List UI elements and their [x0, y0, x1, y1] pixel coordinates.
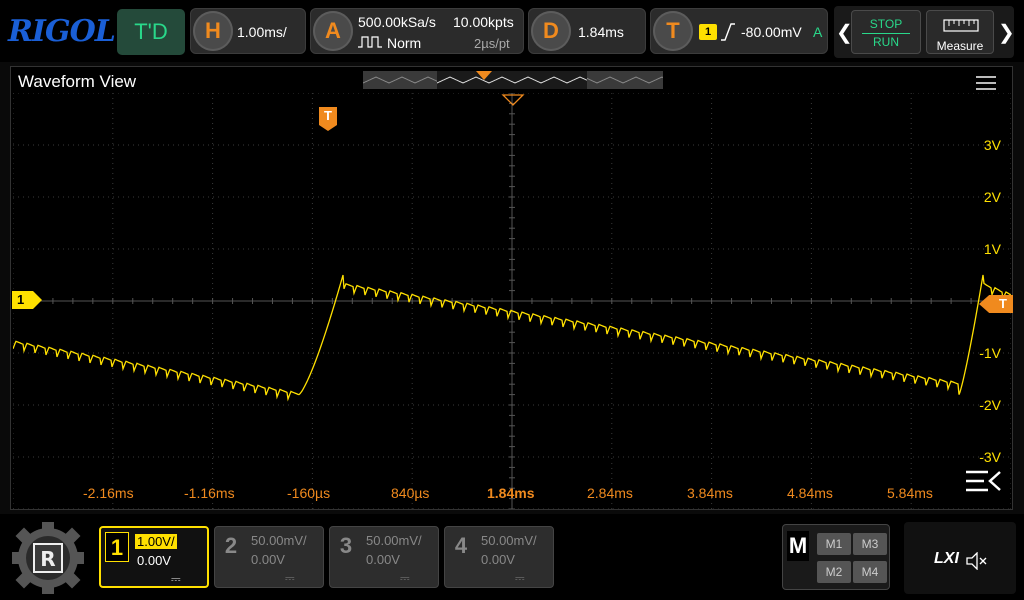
volt-label: -1V	[979, 345, 1001, 361]
time-label: -160µs	[287, 485, 331, 501]
trigger-level: -80.00mV	[741, 24, 802, 40]
channel-scale: 50.00mV/	[251, 533, 307, 548]
channel-4-box[interactable]: 4 50.00mV/ 0.00V ⎓	[444, 526, 554, 588]
horizontal-panel[interactable]: H 1.00ms/	[190, 8, 306, 54]
channel-scale: 50.00mV/	[481, 533, 537, 548]
trigger-status[interactable]: T'D	[117, 9, 185, 55]
trigger-status-text: T'D	[134, 19, 168, 44]
math-m3-button[interactable]: M3	[853, 533, 887, 555]
volt-label: 2V	[983, 189, 1001, 205]
run-stop-button[interactable]: STOP RUN	[851, 10, 921, 54]
memory-depth: 10.00kpts	[453, 14, 514, 30]
timebase-value: 1.00ms/	[237, 24, 287, 40]
time-label: 3.84ms	[687, 485, 733, 501]
channel-offset: 0.00V	[481, 552, 515, 567]
minimap-window[interactable]	[436, 71, 588, 89]
waveform-grid	[13, 93, 1011, 509]
gear-icon[interactable]: R	[8, 520, 88, 596]
trigger-source-badge: 1	[699, 24, 717, 40]
time-label: 2.84ms	[587, 485, 633, 501]
time-label: -2.16ms	[83, 485, 134, 501]
run-label: RUN	[873, 35, 899, 49]
channel-number: 1	[105, 532, 129, 562]
volt-label: 1V	[983, 241, 1001, 257]
acquire-mode: Norm	[387, 35, 422, 51]
minimap-window-wave	[436, 76, 588, 84]
time-label: 5.84ms	[887, 485, 933, 501]
chevron-right-icon[interactable]: ❯	[998, 20, 1015, 45]
channel-scale: 1.00V/	[135, 534, 177, 549]
time-resolution: 2µs/pt	[474, 36, 510, 51]
waveform-view-title: Waveform View	[18, 72, 137, 91]
speaker-mute-icon[interactable]	[966, 552, 988, 570]
math-m2-button[interactable]: M2	[817, 561, 851, 583]
math-key: M	[787, 531, 809, 561]
channel-number: 4	[449, 531, 473, 561]
time-label: -1.16ms	[184, 485, 235, 501]
brand-logo: RIGOL	[8, 14, 116, 49]
rising-edge-icon	[721, 23, 735, 41]
dc-coupling-icon: ⎓	[171, 572, 181, 586]
delay-panel[interactable]: D 1.84ms	[528, 8, 646, 54]
lxi-label: LXI	[934, 550, 959, 567]
stop-label: STOP	[869, 17, 903, 31]
acquire-panel[interactable]: A 500.00kSa/s Norm 10.00kpts 2µs/pt	[310, 8, 524, 54]
dc-coupling-icon: ⎓	[285, 571, 295, 585]
horizontal-key-icon: H	[193, 11, 233, 51]
top-bar: RIGOL T'D H 1.00ms/ A 500.00kSa/s Norm 1…	[0, 0, 1024, 62]
math-panel[interactable]: M M1 M3 M2 M4	[782, 524, 890, 590]
measure-button[interactable]: Measure	[926, 10, 994, 54]
time-label-center: 1.84ms	[487, 485, 535, 501]
dc-coupling-icon: ⎓	[400, 571, 410, 585]
oscilloscope-screen: RIGOL T'D H 1.00ms/ A 500.00kSa/s Norm 1…	[0, 0, 1024, 600]
trigger-coupling: A	[813, 24, 823, 40]
lxi-panel[interactable]: LXI	[904, 522, 1016, 594]
minimap-trigger-icon	[476, 71, 492, 80]
collapse-menu-icon[interactable]	[966, 469, 1002, 495]
trigger-panel[interactable]: T 1 -80.00mV A	[650, 8, 828, 54]
volt-label: -3V	[979, 449, 1001, 465]
volt-label: -2V	[979, 397, 1001, 413]
math-m1-button[interactable]: M1	[817, 533, 851, 555]
acquire-mode-icon	[358, 36, 382, 48]
channel-offset: 0.00V	[251, 552, 285, 567]
trigger-key-icon: T	[653, 11, 693, 51]
measure-label: Measure	[936, 39, 984, 53]
menu-icon[interactable]	[976, 76, 996, 90]
volt-label: 3V	[983, 137, 1001, 153]
channel-number: 3	[334, 531, 358, 561]
sample-rate: 500.00kSa/s	[358, 14, 436, 30]
channel-3-box[interactable]: 3 50.00mV/ 0.00V ⎓	[329, 526, 439, 588]
channel-scale: 50.00mV/	[366, 533, 422, 548]
delay-key-icon: D	[531, 11, 571, 51]
channel-offset: 0.00V	[137, 553, 171, 568]
time-label: 4.84ms	[787, 485, 833, 501]
bottom-bar: R 1 1.00V/ 0.00V ⎓ 2 50.00mV/ 0.00V ⎓ 3 …	[0, 514, 1024, 600]
run-stop-divider	[862, 33, 910, 34]
dc-coupling-icon: ⎓	[515, 571, 525, 585]
channel-1-box[interactable]: 1 1.00V/ 0.00V ⎓	[99, 526, 209, 588]
time-label: 840µs	[391, 485, 430, 501]
channel-offset: 0.00V	[366, 552, 400, 567]
channel-2-box[interactable]: 2 50.00mV/ 0.00V ⎓	[214, 526, 324, 588]
channel-number: 2	[219, 531, 243, 561]
waveform-view[interactable]: Waveform View 1 T T 3V 2V 1V -1V -2V -3V…	[10, 66, 1013, 510]
ruler-icon	[943, 19, 979, 32]
svg-text:R: R	[40, 547, 55, 571]
math-m4-button[interactable]: M4	[853, 561, 887, 583]
delay-value: 1.84ms	[578, 24, 624, 40]
waveform-minimap[interactable]	[363, 71, 663, 89]
acquire-key-icon: A	[313, 11, 353, 51]
